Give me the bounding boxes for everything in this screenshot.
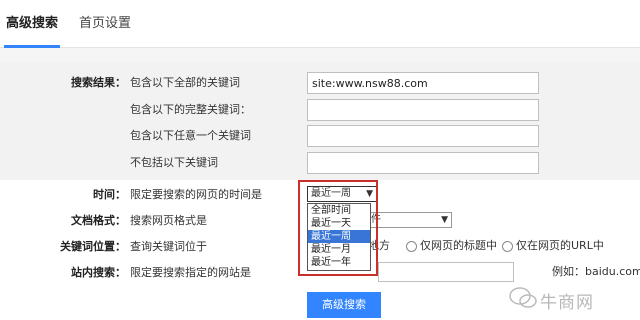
highlight-box (298, 180, 378, 276)
site-desc: 限定要搜索指定的网站是 (130, 266, 251, 279)
position-label: 关键词位置： (60, 240, 126, 253)
format-select[interactable]: 件 ▼ (366, 212, 452, 228)
all-keywords-input[interactable] (307, 72, 539, 94)
exclude-keywords-input[interactable] (307, 152, 539, 174)
exact-phrase-label: 包含以下的完整关键词： (130, 103, 251, 116)
format-label: 文档格式： (71, 214, 126, 227)
radio-url-only[interactable] (502, 241, 513, 252)
tab-homepage-settings[interactable]: 首页设置 (79, 16, 131, 32)
radio-title-only[interactable] (406, 241, 417, 252)
format-desc: 搜索网页格式是 (130, 214, 207, 227)
any-keyword-label: 包含以下任意一个关键词 (130, 129, 251, 142)
results-label: 搜索结果： (71, 76, 126, 89)
position-option-url[interactable]: 仅在网页的URL中 (516, 239, 604, 253)
exclude-keywords-label: 不包括以下关键词 (130, 156, 218, 169)
time-label: 时间： (93, 188, 126, 201)
tab-bar: 高级搜索 首页设置 (0, 0, 640, 48)
time-desc: 限定要搜索的网页的时间是 (130, 188, 262, 201)
all-keywords-label: 包含以下全部的关键词 (130, 76, 240, 89)
watermark-text: 牛商网 (540, 293, 594, 313)
advanced-search-button[interactable]: 高级搜索 (307, 292, 381, 318)
position-desc: 查询关键词位于 (130, 240, 207, 253)
wechat-icon (509, 287, 537, 308)
site-example: 例如：baidu.com (552, 265, 640, 278)
tab-advanced-search[interactable]: 高级搜索 (3, 16, 61, 48)
dropdown-arrow-icon: ▼ (441, 215, 448, 225)
exact-phrase-input[interactable] (307, 99, 539, 121)
site-label: 站内搜索： (71, 266, 126, 279)
position-option-title[interactable]: 仅网页的标题中 (420, 239, 497, 253)
site-input[interactable] (378, 262, 514, 282)
any-keyword-input[interactable] (307, 125, 539, 147)
